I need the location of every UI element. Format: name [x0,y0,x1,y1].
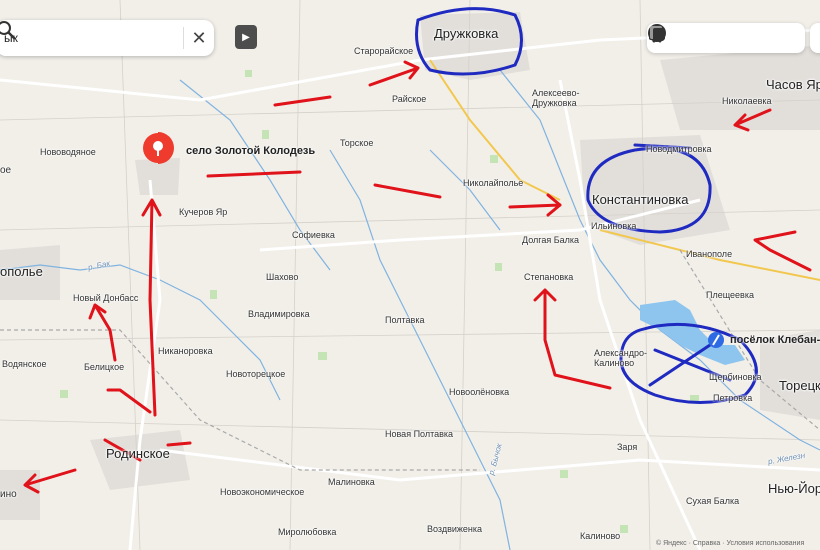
red-stroke-3 [373,183,442,199]
red-arrow-5 [533,288,612,390]
field-line-8 [639,0,651,550]
red-arrow-2 [508,193,562,217]
place-vozdvizhenka: Воздвиженка [427,524,483,534]
map-base [0,0,820,550]
map-canvas[interactable]: Дружковка Константиновка Родинское Торец… [0,0,820,550]
place-torskoe: Торское [340,138,374,148]
place-novovodyanoe: Нововодяное [40,147,96,157]
place-sukhaya-balka: Сухая Балка [686,496,740,506]
place-novoekonomicheskoe: Новоэкономическое [220,487,305,497]
place-mirolyubovka: Миролюбовка [278,527,337,537]
search-icon[interactable] [0,21,175,48]
green-5 [495,263,502,271]
place-dolgaya-balka: Долгая Балка [522,235,580,245]
red-stroke-1 [273,95,332,107]
close-icon[interactable]: ✕ [184,23,214,53]
place-rodinskoe: Родинское [106,446,170,461]
panorama-icon[interactable] [649,26,706,50]
green-4 [318,352,327,360]
poi-label[interactable]: посёлок Клебан-Б [730,334,820,346]
place-ilinovka: Ильиновка [591,221,637,231]
search-box[interactable]: ык ✕ [0,20,214,56]
place-starorayskoe: Старорайское [354,46,414,56]
camera-icon[interactable] [649,26,738,50]
transport-icon[interactable] [651,25,770,50]
place-novoolenovka: Новоолёновка [449,387,510,397]
place-ivanopole: Иванополе [686,249,733,259]
place-shakhovo: Шахово [266,272,299,282]
green-9 [60,390,68,398]
field-line-7 [459,0,471,550]
place-pleshcheevka: Плещеевка [706,290,754,300]
place-shcherbinovka: Щербиновка [709,372,762,382]
railway-1 [0,329,480,471]
place-aleksandro-kalinovo: Александро- Калиново [594,348,648,368]
place-ino: ино [0,489,17,500]
place-petrovka: Петровка [713,393,753,403]
place-niklaevka: Николаевка [722,96,772,106]
place-kucherov-yar: Кучеров Яр [179,207,228,217]
road-2 [128,179,162,550]
search-input[interactable]: ык [4,31,155,45]
place-vodyanskoe: Водянское [2,359,47,369]
place-novoretskoe: Новоторецкое [226,369,286,379]
place-novaya-poltavka: Новая Полтавка [385,429,454,439]
map-toolbar-extra[interactable] [810,23,820,53]
place-noviy-donbass: Новый Донбасс [73,293,139,303]
place-rayskoe: Райское [392,94,427,104]
map-footer[interactable]: © Яндекс · Справка · Условия использован… [656,540,804,547]
place-toretsk: Торецк [779,378,820,393]
place-konstantinovka: Константиновка [592,192,689,207]
green-1 [262,130,269,139]
place-nikolaypole: Николайполье [463,178,524,188]
place-alekseevo: Алексеево- Дружковка [532,88,580,108]
place-novodmitrovka: Новодмитровка [646,144,712,154]
place-belitskoe: Белицкое [84,362,125,372]
red-stroke-5 [166,441,192,447]
place-poltavka: Полтавка [385,315,425,325]
place-zarya: Заря [617,442,638,452]
place-nikanorovka: Никаноровка [158,346,213,356]
urban-zolotoy [135,158,180,195]
collapse-panel-button[interactable]: ▶ [235,25,257,49]
place-new-york: Нью-Йорк [768,481,820,496]
place-oe: ое [0,165,12,176]
red-stroke-2 [206,170,302,178]
place-opole: ополье [0,264,43,279]
place-stepanovka: Степановка [524,272,574,282]
place-sofievka: Софиевка [292,230,335,240]
place-druzhkovka: Дружковка [434,26,499,41]
pin-label[interactable]: село Золотой Колодезь [186,145,315,157]
map-toolbar [647,23,805,53]
green-3 [210,290,217,299]
place-malinovka: Малиновка [328,477,375,487]
green-8 [245,70,252,77]
place-vladimirovka: Владимировка [248,309,310,319]
red-arrow-7 [88,303,117,362]
place-kalinovo: Калиново [580,531,621,541]
green-7 [560,470,568,478]
bookmark-icon[interactable] [650,26,801,50]
red-arrow-4 [753,230,812,272]
river-bychok [329,149,511,550]
place-chasov-yar: Часов Яр [766,77,820,92]
red-stroke-4 [106,388,152,414]
green-2 [490,155,498,163]
green-10 [620,525,628,533]
